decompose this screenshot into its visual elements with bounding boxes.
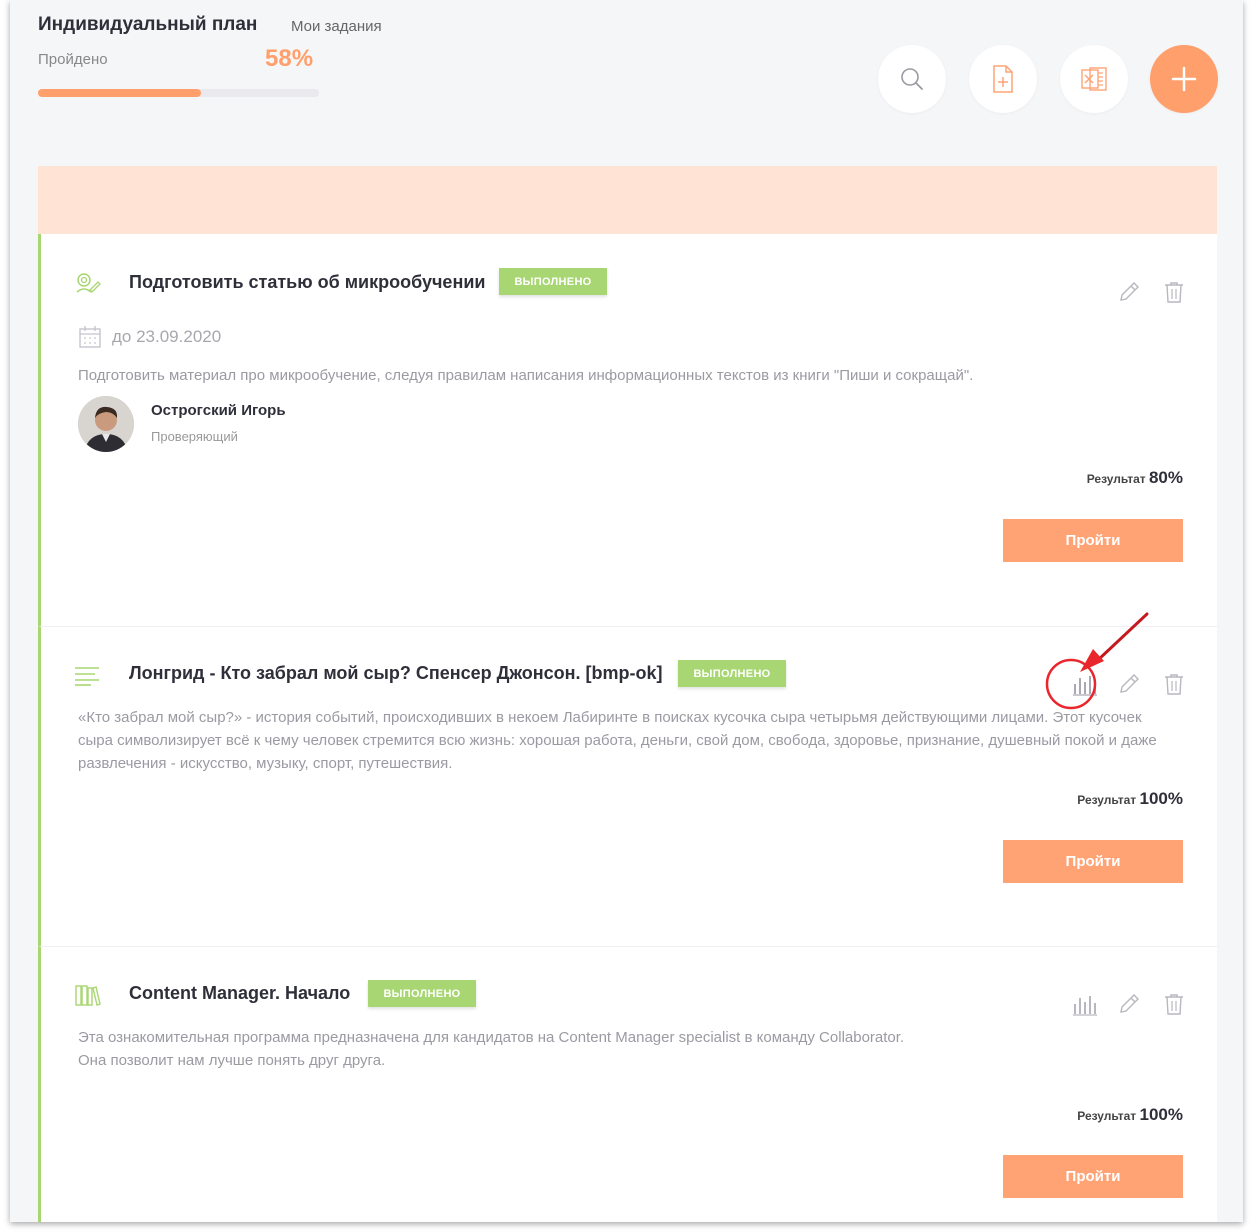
trash-icon <box>1165 282 1183 303</box>
statistics-button[interactable] <box>1071 671 1099 699</box>
task-card: Content Manager. Начало выполнено <box>38 946 1217 1222</box>
my-tasks-link[interactable]: Мои задания <box>291 18 382 35</box>
task-description: Подготовить материал про микрообучение, … <box>78 367 974 384</box>
delete-button[interactable] <box>1160 278 1188 306</box>
result-value: 100% <box>1139 789 1183 808</box>
export-excel-button[interactable] <box>1060 45 1128 113</box>
due-date-text: до 23.09.2020 <box>112 327 222 346</box>
result-value: 80% <box>1148 468 1183 487</box>
result-label: Результат <box>1086 472 1146 486</box>
status-badge: выполнено <box>368 980 476 1007</box>
books-icon <box>75 984 101 1011</box>
excel-icon <box>1081 67 1107 91</box>
app-frame: Индивидуальный план Мои задания Пройдено… <box>10 0 1243 1222</box>
due-date: до 23.09.2020 <box>78 325 221 349</box>
info-banner <box>38 166 1217 234</box>
bar-chart-icon <box>1073 676 1097 696</box>
task-description: Эта ознакомительная программа предназнач… <box>78 1026 1178 1072</box>
status-badge: выполнено <box>499 268 607 295</box>
task-card: Лонгрид - Кто забрал мой сыр? Спенсер Дж… <box>38 626 1217 946</box>
progress-bar-fill <box>38 89 201 97</box>
task-description: «Кто забрал мой сыр?» - история событий,… <box>78 709 1157 772</box>
edit-button[interactable] <box>1115 278 1143 306</box>
pencil-icon <box>1120 282 1139 301</box>
reviewer-name: Острогский Игорь <box>151 402 286 419</box>
reviewer-role: Проверяющий <box>151 429 238 444</box>
pencil-icon <box>1120 994 1139 1013</box>
start-button[interactable]: Пройти <box>1003 1155 1183 1198</box>
pencil-icon <box>1120 674 1139 693</box>
edit-button[interactable] <box>1115 990 1143 1018</box>
task-title[interactable]: Лонгрид - Кто забрал мой сыр? Спенсер Дж… <box>129 663 662 684</box>
delete-button[interactable] <box>1160 670 1188 698</box>
add-task-button[interactable] <box>1150 45 1218 113</box>
trash-icon <box>1165 994 1183 1015</box>
result: Результат 100% <box>1077 789 1183 809</box>
result: Результат 80% <box>1087 468 1183 488</box>
status-badge: выполнено <box>678 660 786 687</box>
bar-chart-icon <box>1073 996 1097 1016</box>
text-lines-icon <box>75 666 99 691</box>
description-line: Эта ознакомительная программа предназнач… <box>78 1029 905 1046</box>
task-title[interactable]: Content Manager. Начало <box>129 983 350 1004</box>
result-label: Результат <box>1077 1109 1137 1123</box>
plus-icon <box>1171 66 1197 92</box>
progress-label: Пройдено <box>38 51 108 68</box>
task-title[interactable]: Подготовить статью об микрообучении <box>129 272 485 293</box>
edit-button[interactable] <box>1115 670 1143 698</box>
delete-button[interactable] <box>1160 990 1188 1018</box>
result: Результат 100% <box>1077 1105 1183 1125</box>
progress-bar <box>38 89 319 97</box>
trash-icon <box>1165 674 1183 695</box>
task-icon <box>75 272 101 301</box>
start-button[interactable]: Пройти <box>1003 840 1183 883</box>
progress-value: 58% <box>265 45 314 72</box>
result-label: Результат <box>1077 793 1137 807</box>
avatar <box>78 396 134 452</box>
result-value: 100% <box>1139 1105 1183 1124</box>
task-card: Подготовить статью об микрообучении выпо… <box>38 234 1217 626</box>
description-line: Она позволит нам лучше понять друг друга… <box>78 1052 386 1069</box>
add-file-icon <box>993 65 1013 93</box>
search-icon <box>901 68 923 90</box>
search-button[interactable] <box>878 45 946 113</box>
calendar-icon <box>79 326 101 348</box>
page-title: Индивидуальный план <box>38 14 258 35</box>
statistics-button[interactable] <box>1071 991 1099 1019</box>
start-button[interactable]: Пройти <box>1003 519 1183 562</box>
add-file-button[interactable] <box>969 45 1037 113</box>
